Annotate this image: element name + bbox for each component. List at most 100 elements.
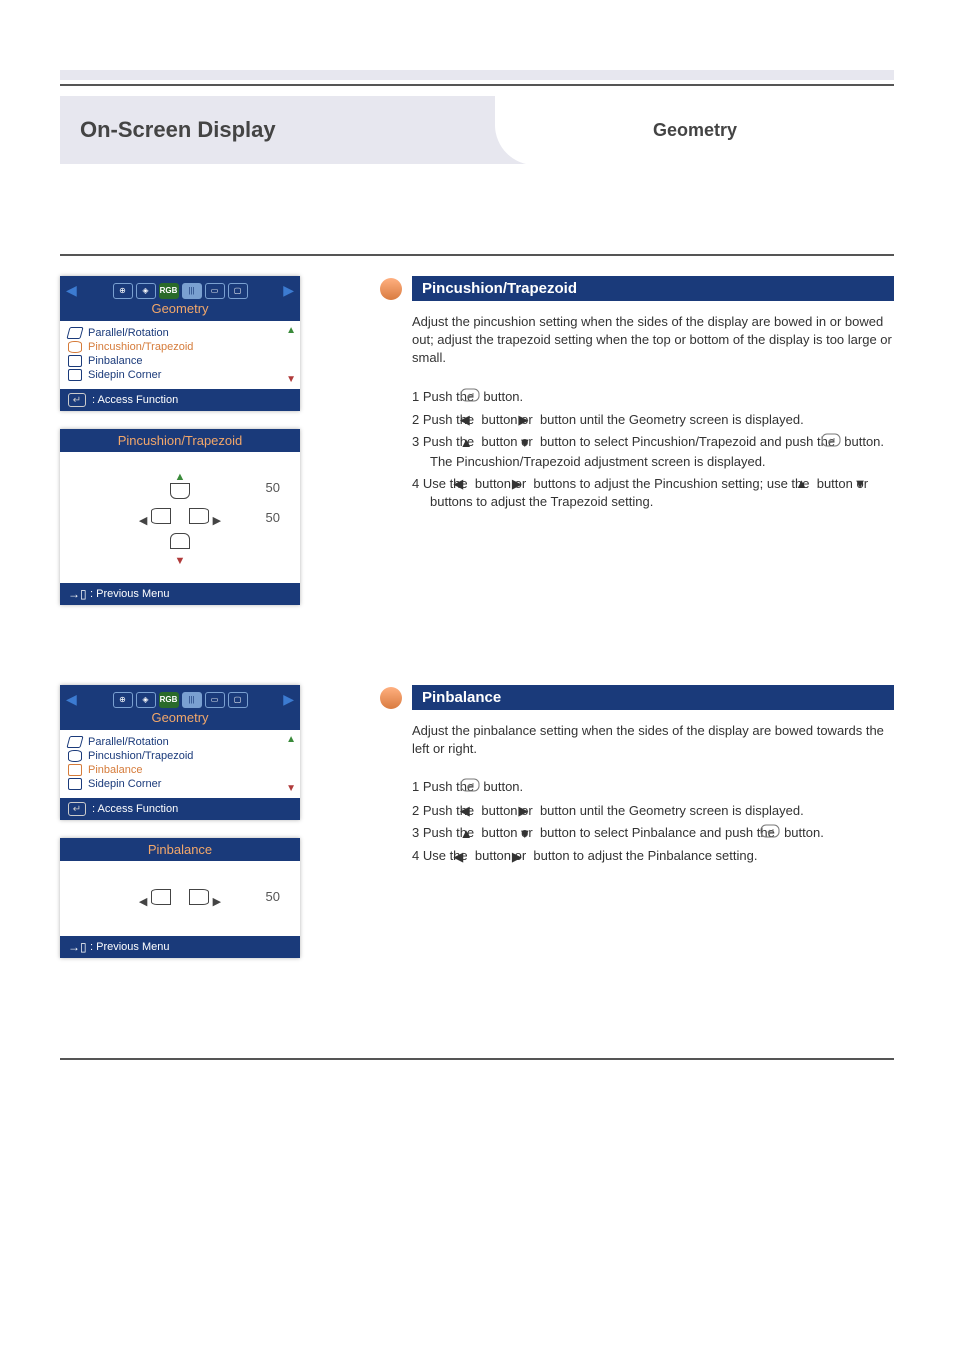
pincushion-value: 50 [266, 480, 280, 495]
step-text: button to adjust the Pinbalance setting. [530, 848, 758, 863]
bars-icon: ||| [182, 283, 202, 299]
screen-icon: ▢ [228, 283, 248, 299]
step-3: 3 Push the ▲ button or ▼ button to selec… [412, 824, 894, 843]
access-function-label: : Access Function [92, 803, 178, 815]
osd-menu-title: Geometry [66, 710, 294, 725]
menu-item-sidepin-corner: Sidepin Corner [68, 778, 292, 790]
osd-pincushion-adjust: Pincushion/Trapezoid ▲ 50 ◀ ▶ 50 [60, 429, 300, 605]
enter-icon: ↵ [68, 393, 86, 407]
pinbalance-right-icon [189, 889, 209, 905]
step-4: 4 Use the ◀ button or ▶ button to adjust… [412, 847, 894, 866]
enter-button-icon [760, 824, 780, 838]
rgb-icon: RGB [159, 692, 179, 708]
menu-item-pinbalance: Pinbalance [68, 764, 292, 776]
step-text: button. [480, 779, 523, 794]
menu-item-pincushion-trapezoid: Pincushion/Trapezoid [68, 750, 292, 762]
pinbalance-horizontal-control: ◀ ▶ 50 [70, 889, 290, 908]
trapezoid-value: 50 [266, 510, 280, 525]
step-text: button. [780, 825, 823, 840]
step-2: 2 Push the ◀ button or ▶ button until th… [412, 802, 894, 821]
exit-icon: →▯ [68, 587, 84, 601]
section-pinbalance: ◀ ⊕ ◈ RGB ||| ▭ ▢ ▶ Geometry [60, 685, 894, 958]
parallel-icon [66, 327, 83, 339]
left-arrow-icon: ◀ [139, 896, 147, 908]
pincushion-icon [68, 341, 82, 353]
trapezoid-vertical-control-bottom: ▼ [70, 533, 290, 567]
step-text: buttons to adjust the Trapezoid setting. [430, 494, 653, 509]
scroll-up-icon: ▲ [286, 325, 296, 336]
enter-button-icon [460, 388, 480, 402]
step-2: 2 Push the ◀ button or ▶ button until th… [412, 411, 894, 430]
pinbalance-value: 50 [266, 889, 280, 904]
right-arrow-icon: ▶ [283, 282, 294, 299]
sidepin-icon [68, 778, 82, 790]
rgb-icon: RGB [159, 283, 179, 299]
pinbalance-icon [68, 355, 82, 367]
bullet-dot-icon [380, 687, 402, 709]
osd-geometry-menu: ◀ ⊕ ◈ RGB ||| ▭ ▢ ▶ Geometry [60, 276, 300, 411]
adjust-footer: →▯ : Previous Menu [60, 936, 300, 958]
page-subtitle: Geometry [653, 120, 737, 141]
menu-item-label: Sidepin Corner [88, 778, 161, 790]
divider [60, 84, 894, 86]
previous-menu-label: : Previous Menu [90, 941, 169, 953]
menu-item-label: Pincushion/Trapezoid [88, 341, 193, 353]
pincushion-icon [68, 750, 82, 762]
menu-item-parallel-rotation: Parallel/Rotation [68, 736, 292, 748]
access-function-label: : Access Function [92, 394, 178, 406]
adjust-title: Pincushion/Trapezoid [60, 429, 300, 452]
menu-item-label: Pinbalance [88, 355, 142, 367]
enter-button-icon [460, 778, 480, 792]
menu-item-label: Pincushion/Trapezoid [88, 750, 193, 762]
page-icon: ▭ [205, 283, 225, 299]
step-4: 4 Use the ◀ button or ▶ buttons to adjus… [412, 475, 894, 512]
bullet-dot-icon [380, 278, 402, 300]
right-arrow-icon: ▶ [213, 896, 221, 908]
trapezoid-vertical-control: ▲ 50 [70, 468, 290, 502]
scroll-down-icon: ▼ [286, 374, 296, 385]
step-1: 1 Push the button. [412, 778, 894, 797]
page-icon: ▭ [205, 692, 225, 708]
down-arrow-icon: ▼ [175, 555, 186, 567]
left-arrow-icon: ◀ [139, 515, 147, 527]
section-heading: Pinbalance [412, 685, 894, 710]
osd-footer: ↵ : Access Function [60, 389, 300, 411]
menu-item-label: Parallel/Rotation [88, 327, 169, 339]
sidepin-icon [68, 369, 82, 381]
pincushion-right-icon [189, 508, 209, 524]
menu-item-sidepin-corner: Sidepin Corner [68, 369, 292, 381]
section-heading: Pincushion/Trapezoid [412, 276, 894, 301]
step-text: buttons to adjust the Pincushion setting… [530, 476, 813, 491]
decorative-top-bar [60, 70, 894, 80]
right-arrow-icon: ▶ [213, 515, 221, 527]
step-text: button. [480, 389, 523, 404]
page-title: On-Screen Display [80, 117, 276, 143]
adjust-title: Pinbalance [60, 838, 300, 861]
menu-item-label: Pinbalance [88, 764, 142, 776]
trapezoid-up-icon [170, 483, 190, 499]
pinbalance-icon [68, 764, 82, 776]
menu-item-pincushion-trapezoid: Pincushion/Trapezoid [68, 341, 292, 353]
position-icon: ⊕ [113, 283, 133, 299]
divider [60, 254, 894, 256]
left-arrow-icon: ◀ [66, 691, 77, 708]
step-text: button until the Geometry screen is disp… [536, 412, 803, 427]
step-3: 3 Push the ▲ button or ▼ button to selec… [412, 433, 894, 470]
menu-item-parallel-rotation: Parallel/Rotation [68, 327, 292, 339]
pincushion-left-icon [151, 508, 171, 524]
step-text: button to select Pinbalance and push the [536, 825, 778, 840]
screen-icon: ▢ [228, 692, 248, 708]
menu-item-pinbalance: Pinbalance [68, 355, 292, 367]
focus-icon: ◈ [136, 283, 156, 299]
trapezoid-down-icon [170, 533, 190, 549]
title-banner: On-Screen Display Geometry [60, 96, 894, 164]
osd-footer: ↵ : Access Function [60, 798, 300, 820]
section-pincushion-trapezoid: ◀ ⊕ ◈ RGB ||| ▭ ▢ ▶ Geometry [60, 276, 894, 605]
enter-button-icon [821, 433, 841, 447]
position-icon: ⊕ [113, 692, 133, 708]
adjust-footer: →▯ : Previous Menu [60, 583, 300, 605]
osd-menu-title: Geometry [66, 301, 294, 316]
enter-icon: ↵ [68, 802, 86, 816]
section-description: Adjust the pinbalance setting when the s… [412, 722, 894, 758]
previous-menu-label: : Previous Menu [90, 588, 169, 600]
